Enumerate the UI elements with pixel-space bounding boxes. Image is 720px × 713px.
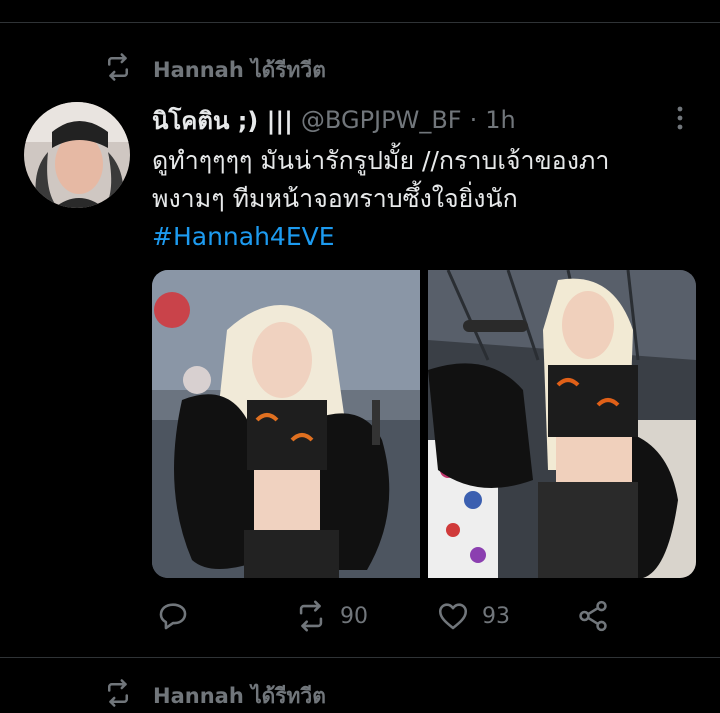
avatar[interactable] [24,102,130,208]
header-separator: · [469,106,478,134]
tweet-text: ดูทำๆๆๆๆ มันน่ารักรูปมั้ย //กราบเจ้าของภ… [152,142,697,256]
photo-left[interactable] [152,270,420,578]
next-retweet-context-label[interactable]: Hannah ได้รีทวีต [153,680,326,713]
photo-right[interactable] [428,270,696,578]
retweet-icon [299,600,323,632]
media-grid [152,270,696,578]
top-divider [0,22,720,23]
retweet-context[interactable]: Hannah ได้รีทวีต [103,52,326,82]
share-button[interactable] [576,598,610,634]
timestamp[interactable]: 1h [485,106,515,134]
avatar-image [24,102,130,208]
user-handle[interactable]: @BGPJPW_BF [301,106,462,134]
like-button[interactable]: 93 [436,598,510,634]
more-options-icon[interactable] [668,104,692,132]
tweet-header: นิโคติน ;) ||| @BGPJPW_BF · 1h [152,103,516,137]
tweet-text-line-1: ดูทำๆๆๆๆ มันน่ารักรูปมั้ย //กราบเจ้าของภ… [152,146,610,175]
reply-button[interactable] [156,598,190,634]
retweet-button[interactable]: 90 [294,598,368,634]
retweet-icon [108,53,128,81]
tweet-divider [0,657,720,658]
hashtag-link[interactable]: #Hannah4EVE [152,218,697,256]
tweet-text-line-2: พงามๆ ทีมหน้าจอทราบซึ้งใจยิ่งนัก [152,184,518,213]
tweet-actions: 90 93 [152,598,712,638]
retweet-icon [108,679,128,707]
display-name[interactable]: นิโคติน ;) ||| [152,101,293,140]
next-retweet-context[interactable]: Hannah ได้รีทวีต [103,678,326,708]
share-icon [579,600,607,632]
heart-icon [438,603,468,630]
retweet-count: 90 [340,603,368,629]
retweet-context-label[interactable]: Hannah ได้รีทวีต [153,54,326,87]
like-count: 93 [482,603,510,629]
reply-icon [159,603,187,630]
